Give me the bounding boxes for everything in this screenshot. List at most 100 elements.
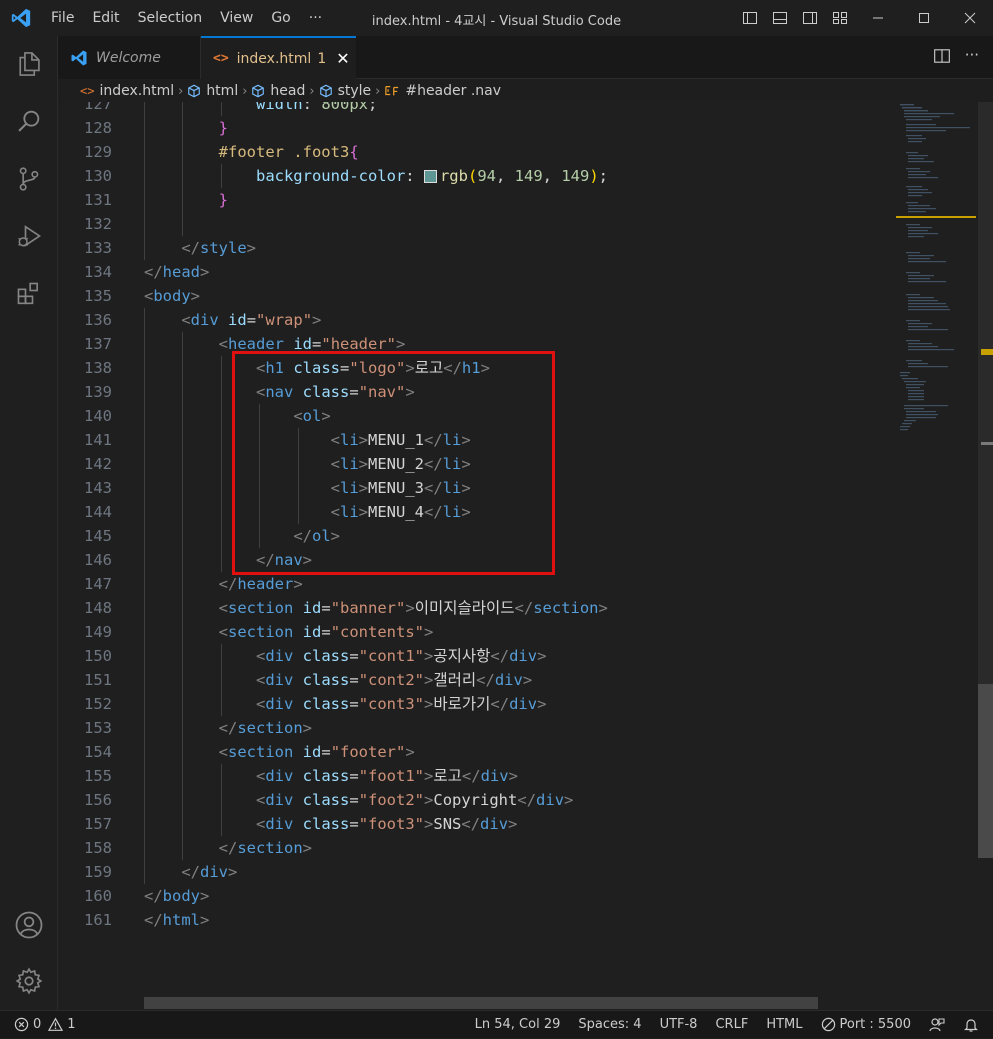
accounts-icon[interactable]	[0, 901, 58, 949]
code-line[interactable]: 127 width: 800px;	[58, 102, 898, 116]
indent-guide	[144, 836, 145, 860]
settings-gear-icon[interactable]	[0, 957, 58, 1005]
indent-guide	[144, 332, 145, 356]
menu-view[interactable]: View	[211, 10, 262, 26]
annotation-highlight-box	[232, 351, 555, 575]
toggle-panel-icon[interactable]	[765, 0, 795, 36]
run-debug-icon[interactable]	[0, 212, 58, 260]
language-mode[interactable]: HTML	[757, 1011, 811, 1039]
code-token: >	[508, 767, 518, 785]
code-token: "banner"	[330, 599, 406, 617]
search-icon[interactable]	[0, 97, 58, 145]
code-line[interactable]: 128 }	[58, 116, 898, 140]
line-number: 152	[84, 695, 112, 713]
close-tab-icon[interactable]: ✕	[336, 49, 349, 68]
code-line[interactable]: 155 <div class="foot1">로고</div>	[58, 764, 898, 788]
minimize-icon[interactable]	[855, 0, 901, 36]
line-number: 155	[84, 767, 112, 785]
code-token: div	[265, 647, 294, 665]
code-line[interactable]: 161 </html>	[58, 908, 898, 932]
code-token: 이미지슬라이드	[414, 599, 515, 617]
code-line[interactable]: 136 <div id="wrap">	[58, 308, 898, 332]
line-number: 127	[84, 102, 112, 113]
close-window-icon[interactable]	[947, 0, 993, 36]
indent-guide	[144, 668, 145, 692]
split-editor-icon[interactable]	[933, 47, 951, 65]
breadcrumb-style[interactable]: style	[319, 83, 371, 99]
encoding-status[interactable]: UTF-8	[651, 1011, 707, 1039]
customize-layout-icon[interactable]	[825, 0, 855, 36]
code-line[interactable]: 151 <div class="cont2">갤러리</div>	[58, 668, 898, 692]
indent-guide	[144, 524, 145, 548]
minimap[interactable]	[896, 102, 976, 1010]
code-token: style	[200, 239, 247, 257]
menu-edit[interactable]: Edit	[83, 10, 128, 26]
line-number: 160	[84, 887, 112, 905]
feedback-icon[interactable]	[920, 1011, 954, 1039]
toggle-secondary-sidebar-icon[interactable]	[795, 0, 825, 36]
more-actions-icon[interactable]: ···	[965, 47, 979, 65]
code-line[interactable]: 154 <section id="footer">	[58, 740, 898, 764]
code-line[interactable]: 159 </div>	[58, 860, 898, 884]
code-line[interactable]: 134 </head>	[58, 260, 898, 284]
live-server-status[interactable]: Port : 5500	[812, 1011, 921, 1039]
code-token: div	[265, 791, 294, 809]
tab-welcome[interactable]: Welcome	[58, 36, 201, 79]
code-line[interactable]: 129 #footer .foot3{	[58, 140, 898, 164]
breadcrumb-head[interactable]: head	[251, 83, 305, 99]
code-editor[interactable]: 127 width: 800px; 128 } 129 #footer .foot3…	[58, 102, 993, 1010]
code-token: #footer .foot3	[218, 143, 350, 161]
code-line[interactable]: 152 <div class="cont3">바로가기</div>	[58, 692, 898, 716]
code-line[interactable]: 135 <body>	[58, 284, 898, 308]
code-line[interactable]: 131 }	[58, 188, 898, 212]
code-line[interactable]: 130 background-color: rgb(94, 149, 149);	[58, 164, 898, 188]
breadcrumb-selector[interactable]: #header .nav	[384, 83, 501, 99]
code-line[interactable]: 150 <div class="cont1">공지사항</div>	[58, 644, 898, 668]
line-number: 137	[84, 335, 112, 353]
vertical-scrollbar[interactable]	[976, 102, 993, 1010]
color-swatch[interactable]	[423, 170, 437, 183]
extensions-icon[interactable]	[0, 270, 58, 318]
menu-go[interactable]: Go	[262, 10, 299, 26]
code-line[interactable]: 160 </body>	[58, 884, 898, 908]
eol-status[interactable]: CRLF	[706, 1011, 757, 1039]
explorer-icon[interactable]	[0, 40, 58, 88]
indent-guide	[182, 102, 184, 116]
code-line[interactable]: 157 <div class="foot3">SNS</div>	[58, 812, 898, 836]
source-control-icon[interactable]	[0, 155, 58, 203]
indent-guide	[182, 692, 184, 716]
menu-more[interactable]: ···	[300, 10, 331, 26]
problems-status[interactable]: 0 1	[0, 1011, 85, 1039]
code-token: </	[461, 767, 481, 785]
menu-file[interactable]: File	[42, 10, 83, 26]
toggle-primary-sidebar-icon[interactable]	[735, 0, 765, 36]
line-number: 156	[84, 791, 112, 809]
warning-icon	[48, 1017, 64, 1031]
code-line[interactable]: 148 <section id="banner">이미지슬라이드</sectio…	[58, 596, 898, 620]
code-line[interactable]: 132	[58, 212, 898, 236]
tab-index-html[interactable]: <> index.html 1 ✕	[201, 36, 356, 79]
code-line[interactable]: 156 <div class="foot2">Copyright</div>	[58, 788, 898, 812]
code-line[interactable]: 153 </section>	[58, 716, 898, 740]
indentation-status[interactable]: Spaces: 4	[569, 1011, 650, 1039]
code-line[interactable]: 147 </header>	[58, 572, 898, 596]
code-token: :	[405, 167, 424, 185]
horizontal-scroll-thumb[interactable]	[144, 997, 818, 1009]
menu-selection[interactable]: Selection	[129, 10, 212, 26]
maximize-icon[interactable]	[901, 0, 947, 36]
code-token: "foot2"	[358, 791, 425, 809]
code-line[interactable]: 149 <section id="contents">	[58, 620, 898, 644]
scroll-thumb[interactable]	[978, 684, 993, 858]
indent-guide	[220, 764, 222, 788]
notifications-bell-icon[interactable]	[954, 1011, 993, 1039]
breadcrumb-html[interactable]: html	[187, 83, 238, 99]
code-line[interactable]: 133 </style>	[58, 236, 898, 260]
code-token: <	[255, 767, 266, 785]
activity-bar	[0, 36, 58, 1010]
code-line[interactable]: 158 </section>	[58, 836, 898, 860]
breadcrumb-file[interactable]: <> index.html	[80, 83, 174, 99]
cursor-position[interactable]: Ln 54, Col 29	[466, 1011, 570, 1039]
line-number: 148	[84, 599, 112, 617]
